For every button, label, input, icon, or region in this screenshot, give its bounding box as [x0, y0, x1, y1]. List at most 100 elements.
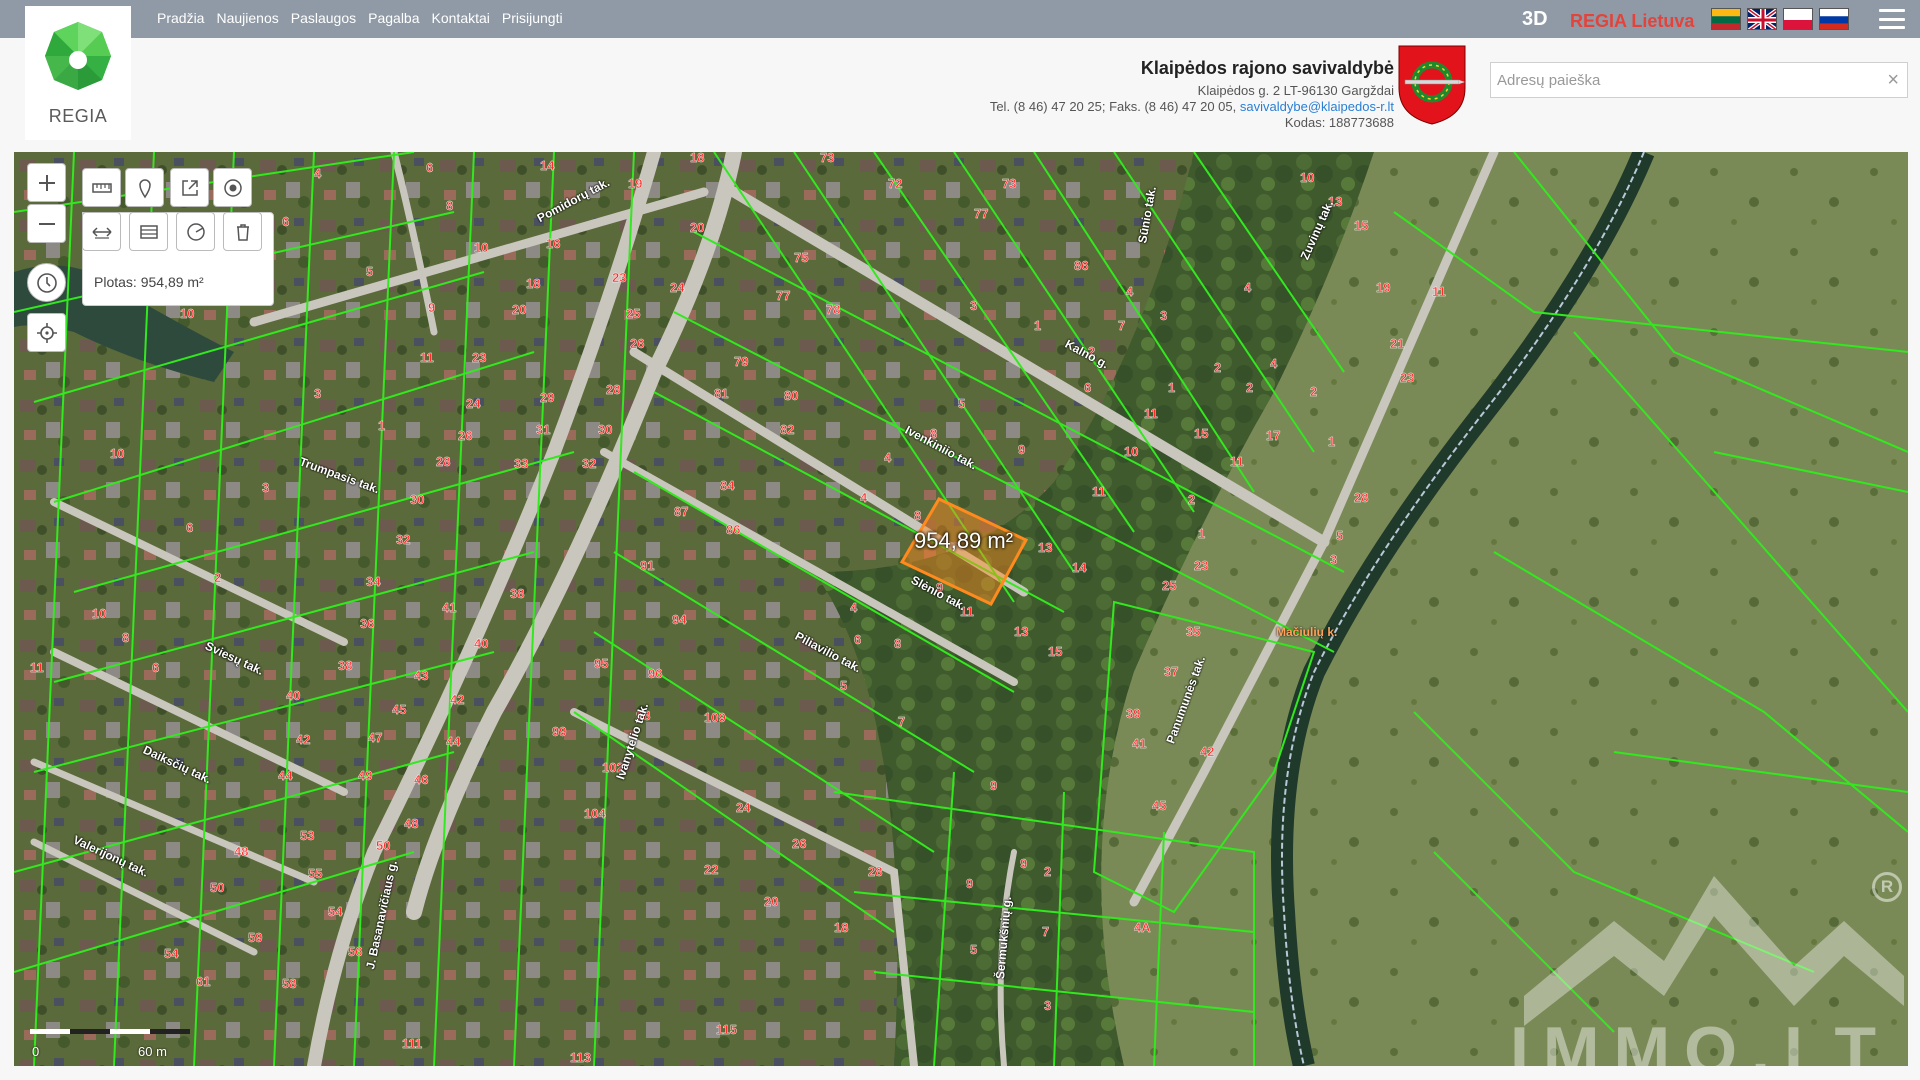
measure-area-icon [139, 224, 158, 239]
svg-text:1: 1 [1168, 380, 1175, 395]
municipality-phone: Tel. (8 46) 47 20 25; Faks. (8 46) 47 20… [989, 99, 1237, 114]
svg-text:46: 46 [414, 772, 428, 787]
svg-text:17: 17 [1266, 428, 1280, 443]
zoom-in-button[interactable] [27, 163, 66, 202]
svg-text:45: 45 [1152, 798, 1166, 813]
svg-text:109: 109 [704, 710, 726, 725]
svg-text:5: 5 [1336, 528, 1343, 543]
nav-prisijungti[interactable]: Prisijungti [502, 10, 563, 26]
svg-text:13: 13 [1014, 624, 1028, 639]
marker-button[interactable] [125, 168, 164, 207]
measure-radius-button[interactable] [176, 212, 215, 251]
svg-text:24: 24 [466, 396, 481, 411]
svg-text:9: 9 [1018, 442, 1025, 457]
address-search-input[interactable] [1491, 63, 1871, 97]
svg-text:91: 91 [640, 558, 654, 573]
svg-text:50: 50 [376, 838, 390, 853]
svg-text:15: 15 [1354, 218, 1368, 233]
svg-text:10: 10 [180, 306, 194, 321]
delete-button[interactable] [223, 212, 262, 251]
ru-flag-icon[interactable] [1819, 8, 1849, 30]
address-search: × [1490, 62, 1908, 98]
svg-text:54: 54 [328, 904, 343, 919]
svg-text:6: 6 [1084, 380, 1091, 395]
svg-text:14: 14 [1072, 560, 1087, 575]
map-view[interactable]: 6 14 18 73 4 8 19 72 6 16 20 73 10 23 75 77 5 18 24 77 … [14, 152, 1908, 1066]
zoom-out-icon [38, 222, 55, 225]
svg-text:111: 111 [402, 1036, 422, 1051]
svg-text:99: 99 [552, 724, 566, 739]
nav-paslaugos[interactable]: Paslaugos [291, 10, 356, 26]
municipality-code: Kodas: 188773688 [1284, 115, 1394, 130]
nav-pradzia[interactable]: Pradžia [157, 10, 204, 26]
language-flags [1711, 8, 1849, 30]
svg-text:26: 26 [792, 836, 806, 851]
search-clear-icon[interactable]: × [1887, 69, 1899, 92]
svg-text:25: 25 [1162, 578, 1176, 593]
svg-text:86: 86 [1074, 258, 1088, 273]
registered-mark-icon: R [1872, 872, 1902, 902]
svg-text:3: 3 [970, 298, 977, 313]
svg-text:8: 8 [446, 198, 453, 213]
svg-text:33: 33 [514, 456, 528, 471]
lt-flag-icon[interactable] [1711, 8, 1741, 30]
municipality-address: Klaipėdos g. 2 LT-96130 Gargždai [1197, 83, 1394, 98]
svg-text:18: 18 [526, 276, 540, 291]
svg-text:48: 48 [234, 844, 248, 859]
svg-text:44: 44 [278, 768, 293, 783]
svg-text:6: 6 [426, 160, 433, 175]
target-icon [223, 178, 242, 197]
svg-text:1: 1 [1328, 434, 1335, 449]
nav-pagalba[interactable]: Pagalba [368, 10, 419, 26]
nav-naujienos[interactable]: Naujienos [216, 10, 278, 26]
svg-text:18: 18 [834, 920, 848, 935]
target-button[interactable] [213, 168, 252, 207]
measure-length-button[interactable] [82, 168, 121, 207]
svg-text:5: 5 [958, 396, 965, 411]
pl-flag-icon[interactable] [1783, 8, 1813, 30]
svg-text:1: 1 [1034, 318, 1041, 333]
svg-text:11: 11 [420, 350, 434, 365]
svg-text:29: 29 [540, 390, 554, 405]
svg-text:26: 26 [458, 428, 472, 443]
regia-logo[interactable]: REGIA [25, 6, 131, 140]
svg-text:77: 77 [776, 288, 790, 303]
locate-button[interactable] [27, 313, 66, 352]
svg-text:48: 48 [404, 816, 418, 831]
nav-kontaktai[interactable]: Kontaktai [432, 10, 490, 26]
svg-text:42: 42 [1200, 744, 1214, 759]
svg-text:40: 40 [474, 636, 488, 651]
delete-icon [236, 223, 249, 241]
svg-text:26: 26 [630, 336, 644, 351]
svg-text:23: 23 [612, 270, 626, 285]
svg-text:58: 58 [282, 976, 296, 991]
svg-text:4: 4 [850, 600, 858, 615]
zoom-out-button[interactable] [27, 204, 66, 243]
share-button[interactable] [170, 168, 209, 207]
svg-text:41: 41 [442, 600, 456, 615]
regia-lietuva-link[interactable]: REGIA Lietuva [1570, 11, 1694, 32]
logo-text: REGIA [48, 106, 108, 126]
area-measure-label: 954,89 m² [914, 528, 1014, 553]
measure-area-button[interactable] [129, 212, 168, 251]
history-button[interactable] [27, 263, 66, 302]
svg-text:2: 2 [214, 570, 221, 585]
three-d-button[interactable]: 3D [1522, 8, 1548, 31]
svg-text:2: 2 [1044, 864, 1051, 879]
svg-text:78: 78 [826, 302, 840, 317]
menu-icon[interactable] [1879, 9, 1905, 29]
en-flag-icon[interactable] [1747, 8, 1777, 30]
svg-text:6: 6 [186, 520, 193, 535]
top-bar: Pradžia Naujienos Paslaugos Pagalba Kont… [0, 0, 1920, 38]
svg-text:20: 20 [764, 894, 778, 909]
svg-text:16: 16 [546, 236, 560, 251]
svg-text:81: 81 [714, 386, 728, 401]
measure-distance-button[interactable] [82, 212, 121, 251]
svg-text:10: 10 [92, 606, 106, 621]
svg-text:20: 20 [512, 302, 526, 317]
svg-text:30: 30 [410, 492, 424, 507]
svg-text:9: 9 [966, 876, 973, 891]
locate-icon [36, 322, 57, 343]
municipality-email-link[interactable]: savivaldybe@klaipedos-r.lt [1240, 99, 1394, 114]
svg-text:113: 113 [570, 1050, 591, 1065]
